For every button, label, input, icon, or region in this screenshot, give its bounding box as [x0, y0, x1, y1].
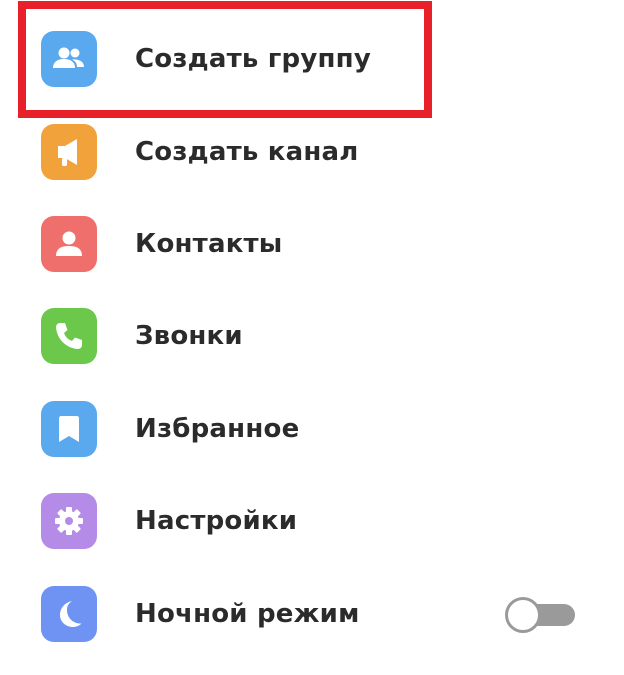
- side-menu: Создать группу Создать канал Контакты Зв…: [0, 0, 624, 675]
- menu-item-create-channel[interactable]: Создать канал: [0, 93, 624, 185]
- menu-item-label: Ночной режим: [135, 599, 360, 629]
- menu-item-label: Звонки: [135, 321, 243, 351]
- gear-icon: [41, 493, 97, 549]
- menu-item-contacts[interactable]: Контакты: [0, 185, 624, 277]
- menu-item-label: Создать группу: [135, 44, 371, 74]
- moon-icon: [41, 586, 97, 642]
- menu-item-saved[interactable]: Избранное: [0, 370, 624, 462]
- megaphone-icon: [41, 124, 97, 180]
- person-icon: [41, 216, 97, 272]
- menu-item-label: Избранное: [135, 414, 300, 444]
- phone-icon: [41, 308, 97, 364]
- menu-item-label: Создать канал: [135, 137, 359, 167]
- night-mode-toggle[interactable]: [505, 597, 577, 633]
- menu-item-label: Настройки: [135, 506, 298, 536]
- menu-item-settings[interactable]: Настройки: [0, 462, 624, 554]
- toggle-knob: [505, 597, 541, 633]
- menu-item-create-group[interactable]: Создать группу: [0, 0, 624, 92]
- bookmark-icon: [41, 401, 97, 457]
- menu-item-calls[interactable]: Звонки: [0, 277, 624, 369]
- group-icon: [41, 31, 97, 87]
- menu-item-label: Контакты: [135, 229, 283, 259]
